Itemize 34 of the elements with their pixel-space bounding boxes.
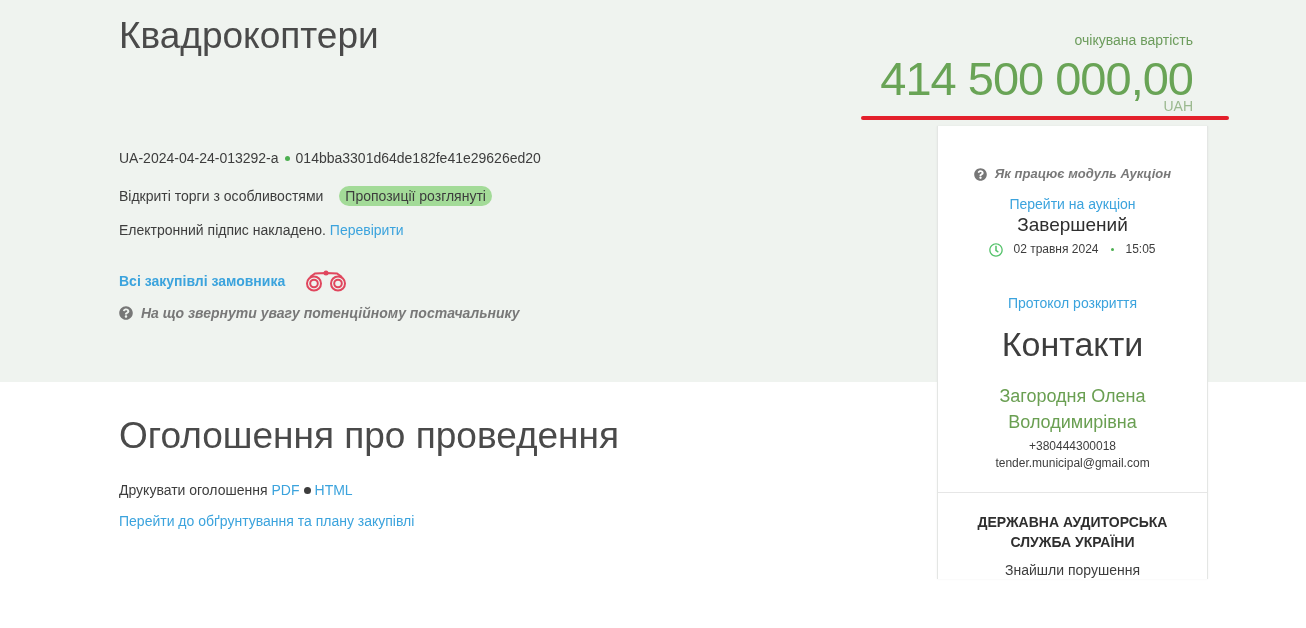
separator-dot-icon — [1110, 248, 1114, 251]
page-title: Квадрокоптери — [119, 14, 379, 58]
tender-id: UA-2024-04-24-013292-a — [119, 149, 279, 168]
tender-hash: 014bba3301d64de182fe41e29626ed20 — [295, 149, 541, 168]
status-badge: Пропозиції розглянуті — [339, 186, 492, 206]
section-heading: Оголошення про проведення — [119, 414, 619, 458]
help-icon — [119, 306, 133, 320]
separator-dot-icon — [303, 486, 311, 494]
print-label: Друкувати оголошення — [119, 481, 268, 500]
help-icon — [973, 167, 987, 181]
contact-phone: +380444300018 — [1028, 438, 1117, 455]
auction-link[interactable]: Перейти на аукціон — [1009, 195, 1136, 213]
protocol-link[interactable]: Протокол розкриття — [1007, 294, 1138, 312]
auction-date: 02 травня 2024 — [1013, 241, 1099, 258]
buyer-tenders-link[interactable]: Всі закупівлі замовника — [119, 271, 286, 291]
contact-name: Загородня Олена Володимирівна — [998, 385, 1147, 434]
print-format-link[interactable]: PDF — [271, 480, 300, 500]
plan-link[interactable]: Перейти до обґрунтування та плану закупівлі — [119, 511, 415, 531]
signature-note: Електронний підпис накладено. — [119, 221, 326, 240]
clock-icon — [989, 242, 1004, 257]
separator-dot-icon — [284, 155, 290, 161]
supplier-hint[interactable]: На що звернути увагу потенційному постачальнику — [141, 303, 520, 323]
auction-help-link[interactable]: Як працює модуль Аукціон — [994, 165, 1172, 183]
audit-service-title: ДЕРЖАВНА АУДИТОРСЬКА СЛУЖБА УКРАЇНИ — [976, 513, 1169, 552]
binoculars-icon[interactable] — [305, 270, 348, 292]
procedure-type: Відкриті торги з особливостями — [119, 187, 324, 206]
price-label: очікувана вартість — [1074, 31, 1193, 49]
contacts-heading: Контакти — [1001, 324, 1144, 364]
report-violation-text: Знайшли порушення — [1005, 561, 1140, 579]
verify-link[interactable]: Перевірити — [329, 220, 404, 240]
print-format-link[interactable]: HTML — [314, 480, 353, 500]
auction-status: Завершений — [1017, 214, 1128, 236]
auction-time: 15:05 — [1125, 241, 1156, 258]
contact-email: tender.municipal@gmail.com — [995, 455, 1150, 472]
